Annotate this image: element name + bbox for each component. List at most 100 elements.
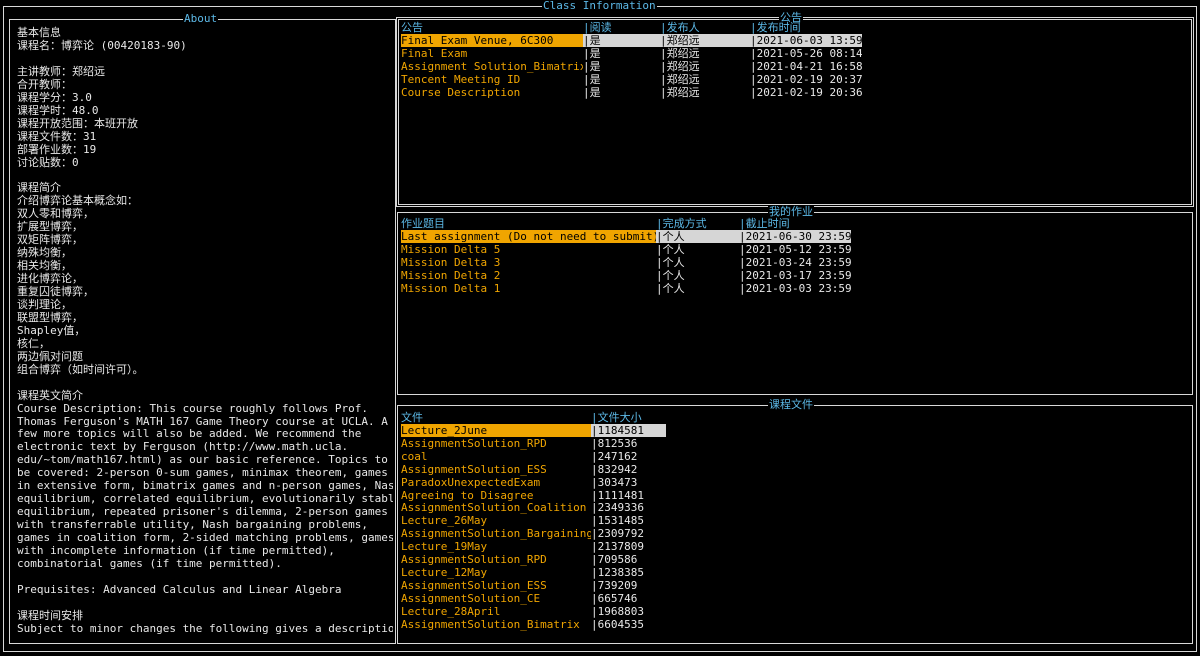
file-size: |812536 xyxy=(591,436,638,450)
file-name: Lecture_12May xyxy=(401,565,488,579)
about-line: 双人零和博弈， xyxy=(17,207,94,221)
file-name: AssignmentSolution_Bimatrix xyxy=(401,617,580,631)
homework-panel[interactable]: 我的作业 作业题目 |完成方式 |截止时间 Last assignment (D… xyxy=(397,205,1193,395)
announcement-title: Final Exam Venue, 6C300 xyxy=(401,34,583,47)
about-line: 进化博弈论， xyxy=(17,272,83,286)
file-size: |1238385 xyxy=(591,565,644,579)
header-assignment: 作业题目 xyxy=(401,217,445,230)
about-panel[interactable]: About 基本信息 课程名：博弈论 (00420183-90) 主讲教师：郑绍远合… xyxy=(9,12,396,644)
about-line: 组合博弈（如时间许可）。 xyxy=(17,362,144,376)
files-title: 课程文件 xyxy=(768,398,814,412)
file-size: |832942 xyxy=(591,462,638,476)
about-line: 两边佩对问题 xyxy=(17,349,83,363)
about-line: Course Description: This course roughly … xyxy=(17,401,368,415)
about-line: games in coalition form, 2-sided matchin… xyxy=(17,531,393,545)
window-title: Class Information xyxy=(542,0,657,13)
about-line: with incomplete information (if time per… xyxy=(17,544,335,557)
about-line: equilibrium, correlated equilibrium, evo… xyxy=(17,492,393,506)
homework-title-cell: Mission Delta 1 xyxy=(401,282,501,295)
homework-due: |2021-05-12 23:59 xyxy=(739,243,851,256)
class-information-window: Class Information About 基本信息 课程名：博弈论 (004… xyxy=(3,0,1197,652)
file-name: AssignmentSolution_ESS xyxy=(401,578,547,592)
files-table: 文件 |文件大小 Lecture_2June |1184581 Assignment… xyxy=(401,411,1181,641)
homework-due: |2021-06-30 23:59 xyxy=(739,230,851,243)
homework-mode: |个人 xyxy=(656,269,685,282)
homework-title-cell: Mission Delta 5 xyxy=(401,243,501,256)
about-line: 课程英文简介 xyxy=(17,388,83,402)
homework-due: |2021-03-03 23:59 xyxy=(739,282,851,295)
about-line: electronic text by Ferguson (http://www.… xyxy=(17,440,349,454)
announcements-panel[interactable]: 公告 公告 |阅读 |发布人 |发布时间 Final Exam Venue, 6… xyxy=(396,11,1194,207)
homework-title-cell: Mission Delta 2 xyxy=(401,269,501,282)
homework-mode: |个人 xyxy=(656,282,685,295)
file-name: coal xyxy=(401,449,428,463)
announcement-time: |2021-02-19 20:37 xyxy=(750,73,862,86)
about-line: 联盟型博弈， xyxy=(17,310,83,324)
announcement-time: |2021-02-19 20:36 xyxy=(750,86,862,99)
file-name: AssignmentSolution_ESS xyxy=(401,462,547,476)
announcement-read: |是 xyxy=(583,86,601,99)
announcements-header: 公告 |阅读 |发布人 |发布时间 xyxy=(401,21,801,34)
file-size: |1531485 xyxy=(591,514,644,528)
file-size: |1111481 xyxy=(591,488,644,502)
file-size: |709586 xyxy=(591,553,638,566)
announcement-author: |郑绍远 xyxy=(660,73,700,86)
homework-mode: |个人 xyxy=(656,256,685,269)
about-line: 课程时间安排 xyxy=(17,608,83,622)
about-line: 合开教师： xyxy=(17,77,72,91)
file-size: |1184581 xyxy=(591,424,666,437)
about-line: 扩展型博弈， xyxy=(17,220,83,234)
about-line: 谈判理论， xyxy=(17,297,72,311)
about-line: Thomas Ferguson's MATH 167 Game Theory c… xyxy=(17,414,388,428)
file-name: Lecture_2June xyxy=(401,424,591,437)
file-size: |665746 xyxy=(591,591,638,605)
about-line: equilibrium, repeated prisoner's dilemma… xyxy=(17,505,388,519)
announcement-title: Final Exam xyxy=(401,47,468,60)
file-name: Lecture_19May xyxy=(401,540,488,554)
announcement-author: |郑绍远 xyxy=(660,34,750,47)
announcement-time: |2021-06-03 13:59 xyxy=(750,34,862,47)
announcement-time: |2021-05-26 08:14 xyxy=(750,47,862,60)
homework-due: |2021-03-24 23:59 xyxy=(739,256,851,269)
about-line: 讨论贴数：0 xyxy=(17,155,79,169)
file-name: Agreeing to Disagree xyxy=(401,488,534,502)
about-line: 双矩阵博弈， xyxy=(17,233,83,247)
file-name: ParadoxUnexpectedExam xyxy=(401,475,541,489)
announcements-table: 公告 |阅读 |发布人 |发布时间 Final Exam Venue, 6C30… xyxy=(401,21,1181,201)
file-size: |247162 xyxy=(591,449,638,463)
files-panel[interactable]: 课程文件 文件 |文件大小 Lecture_2June |1184581 Assig… xyxy=(397,398,1193,644)
about-line: 相关均衡， xyxy=(17,259,72,273)
file-size: |2349336 xyxy=(591,501,644,515)
about-line: 课程名：博弈论 (00420183-90) xyxy=(17,38,187,52)
homework-header: 作业题目 |完成方式 |截止时间 xyxy=(401,217,790,230)
announcement-title: Course Description xyxy=(401,86,521,99)
about-line: combinatorial games (if time permitted). xyxy=(17,556,282,570)
about-line: few more topics will also be added. We r… xyxy=(17,427,362,441)
about-line: Shapley值， xyxy=(17,323,86,337)
announcement-author: |郑绍远 xyxy=(660,60,700,73)
file-name: AssignmentSolution_CE xyxy=(401,591,541,605)
announcement-title: Assignment Solution_Bimatrix xyxy=(401,60,583,73)
announcement-read: |是 xyxy=(583,34,660,47)
homework-title-cell: Last assignment (Do not need to submit) xyxy=(401,230,656,243)
file-size: |1968803 xyxy=(591,604,644,618)
about-line: 重复囚徒博弈， xyxy=(17,285,94,298)
files-header: 文件 |文件大小 xyxy=(401,411,642,424)
file-size: |303473 xyxy=(591,475,638,489)
file-size: |6604535 xyxy=(591,617,644,631)
header-mode: |完成方式 xyxy=(656,217,707,230)
about-line: be covered: 2-person 0-sum games, minima… xyxy=(17,466,388,480)
file-name: AssignmentSolution_Bargaining xyxy=(401,527,591,541)
homework-mode: |个人 xyxy=(656,230,739,243)
header-read: |阅读 xyxy=(583,21,612,34)
header-file: 文件 xyxy=(401,411,423,424)
file-size: |2309792 xyxy=(591,527,644,541)
announcement-read: |是 xyxy=(583,60,601,73)
announcement-time: |2021-04-21 16:58 xyxy=(750,60,862,73)
file-name: Lecture_26May xyxy=(401,514,488,528)
homework-table: 作业题目 |完成方式 |截止时间 Last assignment (Do not… xyxy=(401,217,1181,387)
header-title: 公告 xyxy=(401,21,423,34)
about-line: 课程简介 xyxy=(17,181,61,195)
about-line: 部署作业数：19 xyxy=(17,142,97,156)
about-line: in extensive form, bimatrix games and n-… xyxy=(17,479,393,493)
